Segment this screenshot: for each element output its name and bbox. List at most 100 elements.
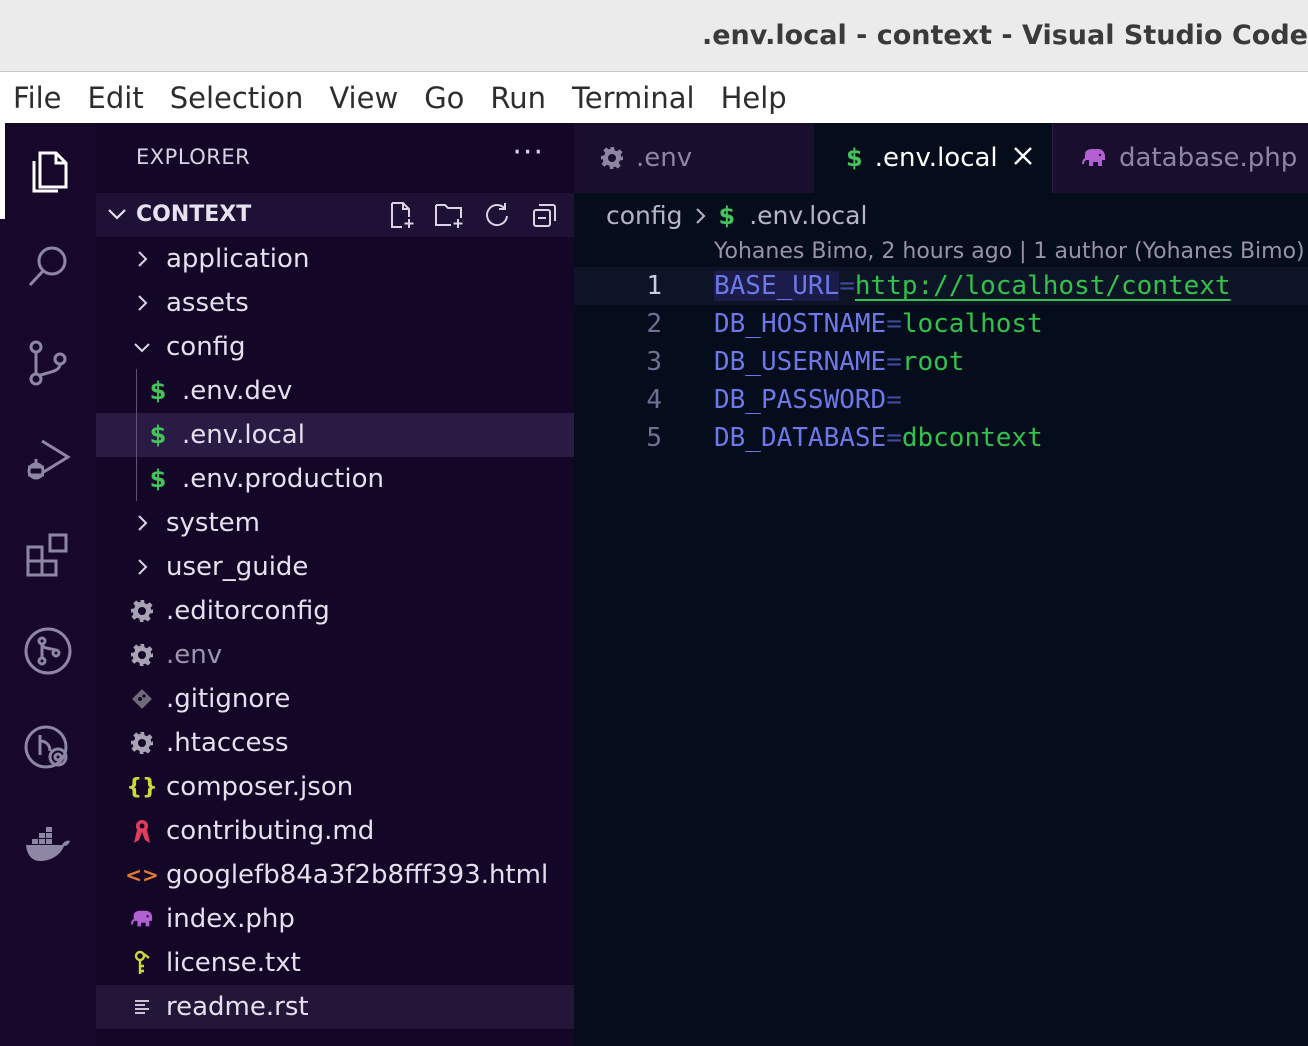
env-equals: = [886,347,902,377]
menu-view[interactable]: View [316,73,411,123]
tree-folder-system[interactable]: system [96,501,574,545]
tree-item-label: .gitignore [166,684,291,714]
line-content: DB_PASSWORD= [714,381,902,419]
refresh-icon[interactable] [480,199,514,231]
tree-item-label: .htaccess [166,728,289,758]
env-equals: = [886,385,902,415]
chevron-right-icon [130,557,154,577]
file-tree: application assets config $ .env.dev $ .… [96,237,574,1029]
tab-label: database.php [1119,143,1298,173]
menu-run[interactable]: Run [477,73,559,123]
gear-icon [130,643,154,667]
tree-file-index-php[interactable]: index.php [96,897,574,941]
tree-item-label: assets [166,288,249,318]
tree-item-label: application [166,244,310,274]
tab-database-php[interactable]: database.php [1052,123,1308,193]
env-equals: = [886,309,902,339]
json-braces-icon: {} [126,774,158,800]
env-file-icon: $ [149,377,167,405]
line-number: 3 [646,347,662,377]
git-graph-icon[interactable] [0,603,96,699]
tree-item-label: .env [166,640,223,670]
source-control-icon[interactable] [0,315,96,411]
ribbon-icon [130,818,154,844]
tree-file-htaccess[interactable]: .htaccess [96,721,574,765]
new-folder-icon[interactable] [432,199,466,231]
tree-file-contributing-md[interactable]: contributing.md [96,809,574,853]
new-file-icon[interactable] [384,199,418,231]
env-equals: = [839,271,855,301]
env-equals: = [886,423,902,453]
tab-label: .env [636,143,693,173]
docker-icon[interactable] [0,795,96,891]
tree-file-license-txt[interactable]: license.txt [96,941,574,985]
menu-edit[interactable]: Edit [75,73,157,123]
run-debug-icon[interactable] [0,411,96,507]
tree-file-env-dev[interactable]: $ .env.dev [96,369,574,413]
workspace-name: CONTEXT [136,202,252,227]
collapse-all-icon[interactable] [528,199,562,231]
close-icon[interactable] [1010,143,1036,176]
env-key: DB_DATABASE [714,423,887,453]
tree-file-google-html[interactable]: <> googlefb84a3f2b8fff393.html [96,853,574,897]
tree-file-env-production[interactable]: $ .env.production [96,457,574,501]
more-actions-button[interactable]: ··· [512,135,544,170]
env-value-link[interactable]: http://localhost/context [855,271,1231,301]
breadcrumb-folder[interactable]: config [606,201,683,230]
menu-terminal[interactable]: Terminal [559,73,708,123]
extensions-icon[interactable] [0,507,96,603]
menu-file[interactable]: File [0,73,75,123]
line-number: 2 [646,309,662,339]
tab-env[interactable]: .env [574,123,814,193]
tree-item-label: .env.dev [182,376,293,406]
env-key: DB_USERNAME [714,347,887,377]
env-key: DB_PASSWORD [714,385,887,415]
tree-item-label: googlefb84a3f2b8fff393.html [166,860,549,890]
window-title: .env.local - context - Visual Studio Cod… [701,20,1308,51]
tree-folder-user-guide[interactable]: user_guide [96,545,574,589]
search-icon[interactable] [0,219,96,315]
tree-folder-config[interactable]: config [96,325,574,369]
tree-item-label: index.php [166,904,295,934]
tree-file-editorconfig[interactable]: .editorconfig [96,589,574,633]
menu-go[interactable]: Go [411,73,477,123]
tree-file-composer-json[interactable]: {} composer.json [96,765,574,809]
menu-selection[interactable]: Selection [157,73,317,123]
tree-item-label: readme.rst [166,992,309,1022]
tree-file-env[interactable]: .env [96,633,574,677]
tree-folder-assets[interactable]: assets [96,281,574,325]
workspace-section-header[interactable]: CONTEXT [96,193,574,237]
code-line: 5 DB_DATABASE=dbcontext [574,419,1308,457]
chevron-right-icon [130,249,154,269]
code-line: 2 DB_HOSTNAME=localhost [574,305,1308,343]
explorer-icon[interactable] [0,123,96,219]
code-line: 4 DB_PASSWORD= [574,381,1308,419]
code-editor[interactable]: 1 BASE_URL=http://localhost/context 2 DB… [574,267,1308,457]
tree-file-readme-rst[interactable]: readme.rst [96,985,574,1029]
indent-guide [136,369,137,413]
chevron-right-icon [130,513,154,533]
tree-folder-application[interactable]: application [96,237,574,281]
gear-icon [600,146,624,170]
indent-guide [136,413,137,457]
chevron-down-icon [130,337,154,357]
env-value: dbcontext [901,423,1043,453]
tree-item-label: license.txt [166,948,301,978]
breadcrumb-file[interactable]: .env.local [749,201,867,230]
git-blame-codelens[interactable]: Yohanes Bimo, 2 hours ago | 1 author (Yo… [714,239,1305,264]
tree-item-label: composer.json [166,772,354,802]
tree-item-label: system [166,508,260,538]
lines-icon [130,997,154,1017]
line-content: BASE_URL=http://localhost/context [714,267,1231,305]
editor-area: .env $ .env.local database.php config $ … [574,123,1308,1046]
gear-icon [130,731,154,755]
remote-icon[interactable] [0,699,96,795]
menu-help[interactable]: Help [708,73,800,123]
explorer-actions [384,199,562,231]
tree-item-label: config [166,332,246,362]
indent-guide [136,457,137,501]
tree-file-env-local[interactable]: $ .env.local [96,413,574,457]
tree-file-gitignore[interactable]: .gitignore [96,677,574,721]
explorer-title: EXPLORER [136,145,251,169]
tab-env-local[interactable]: $ .env.local [814,123,1052,193]
